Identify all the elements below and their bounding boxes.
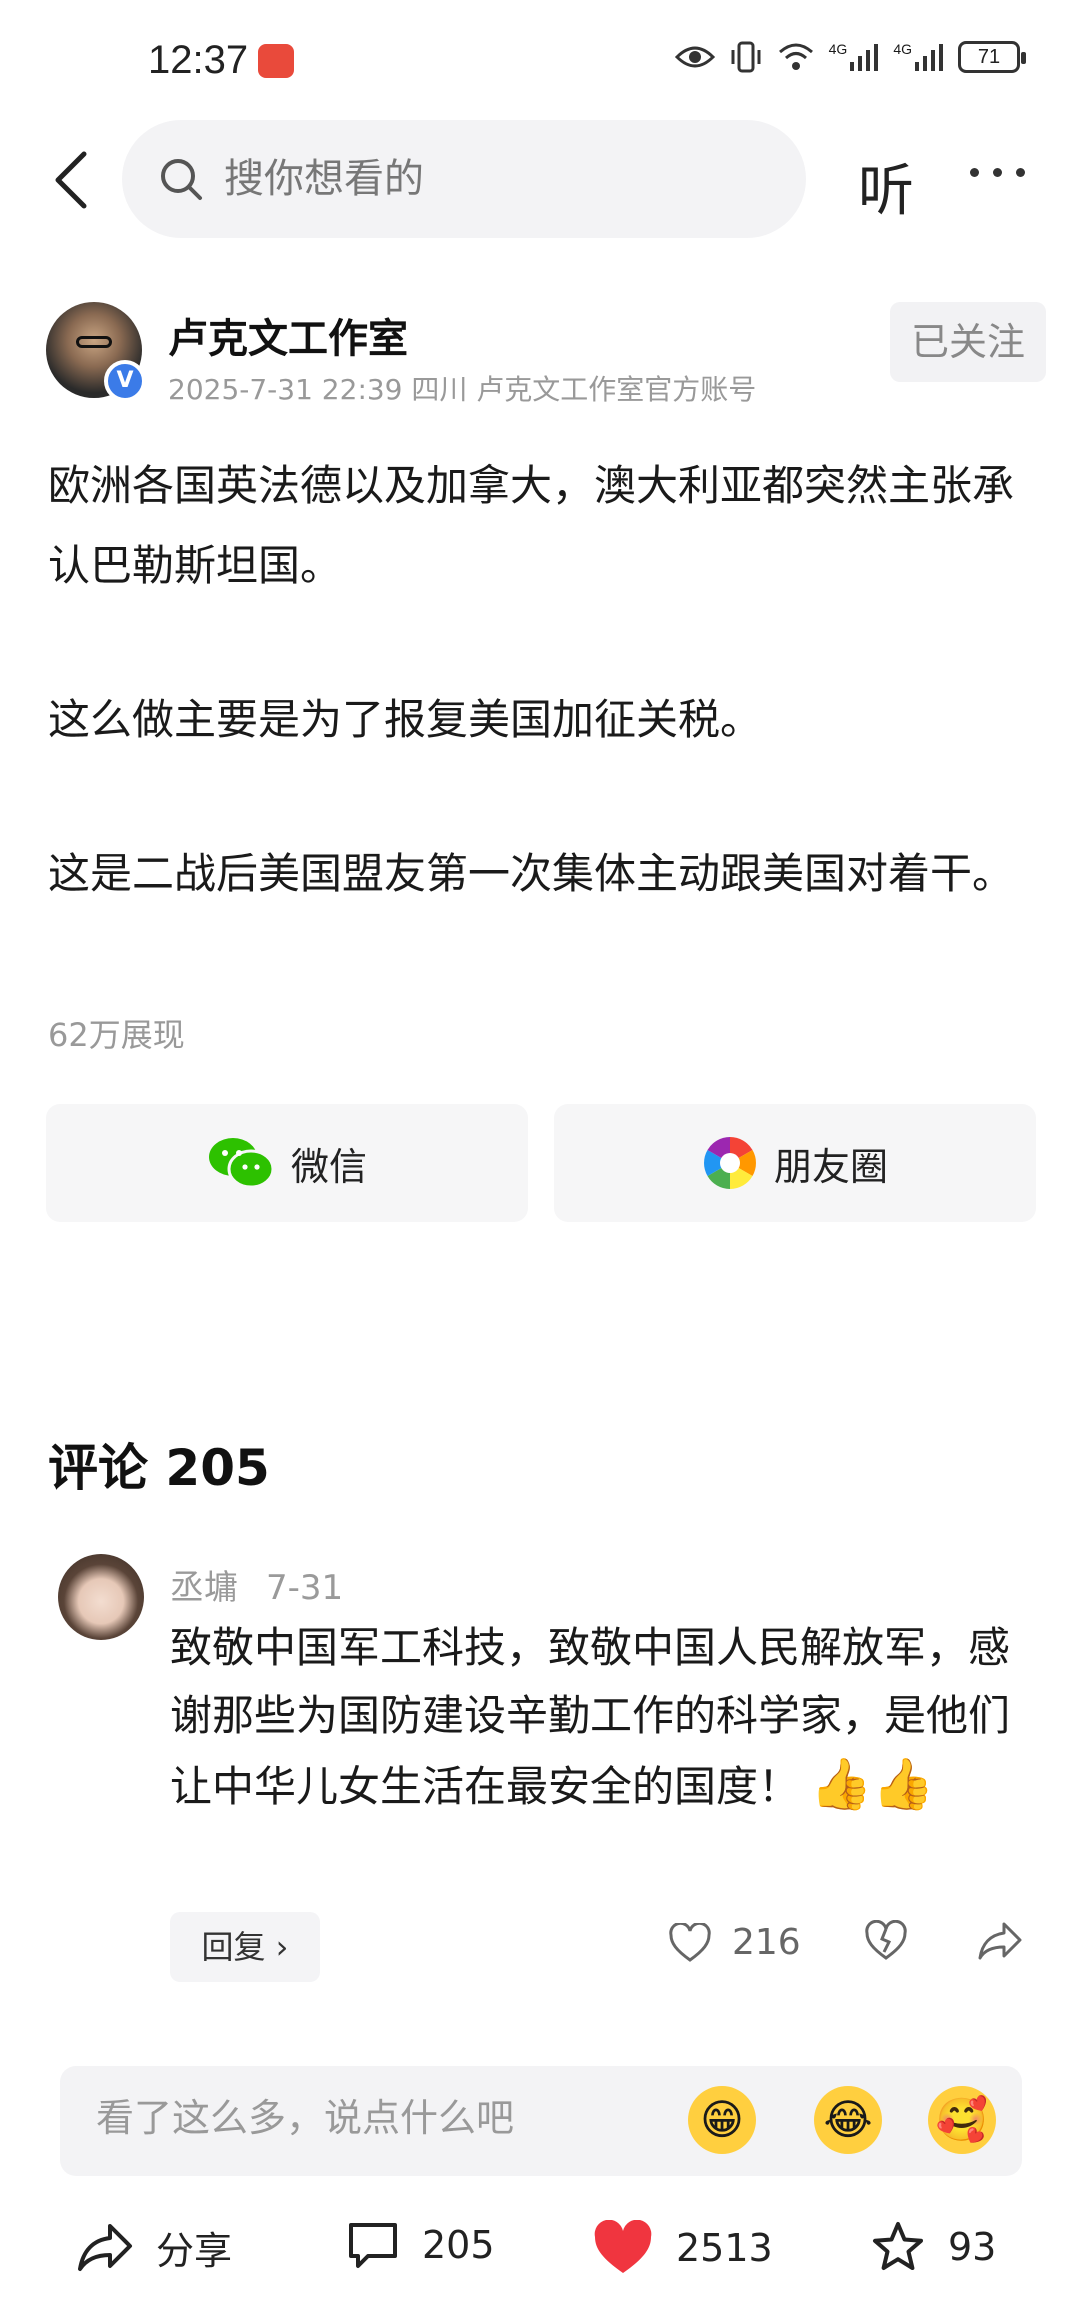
- network-label-2: 4G: [893, 41, 912, 57]
- follow-button[interactable]: 已关注: [890, 302, 1046, 382]
- wechat-icon: [208, 1138, 275, 1189]
- comment-share-icon[interactable]: [976, 1920, 1024, 1962]
- favorite-button[interactable]: 93: [870, 2220, 996, 2274]
- commenter-avatar[interactable]: [58, 1554, 144, 1640]
- signal-icon: [850, 44, 879, 71]
- comment-input-bar: 😁 😂 🥰: [60, 2066, 1022, 2176]
- share-wechat-button[interactable]: 微信: [46, 1104, 528, 1222]
- share-button[interactable]: 分享: [76, 2220, 232, 2275]
- comment-header: 丞墉 7-31: [170, 1560, 343, 1609]
- post-body: 欧洲各国英法德以及加拿大，澳大利亚都突然主张承认巴勒斯坦国。 这么做主要是为了报…: [48, 446, 1038, 914]
- grin-emoji-button[interactable]: 😁: [688, 2086, 756, 2154]
- comment-text: 致敬中国军工科技，致敬中国人民解放军，感谢那些为国防建设辛勤工作的科学家，是他们…: [170, 1614, 1050, 1821]
- comment-bubble-icon: [349, 2223, 397, 2268]
- comments-title: 评论 205: [48, 1439, 270, 1497]
- comment-input[interactable]: [96, 2096, 656, 2140]
- battery-indicator: 71: [958, 41, 1026, 73]
- reply-button[interactable]: 回复 ›: [170, 1912, 320, 1982]
- post-paragraph: 这么做主要是为了报复美国加征关税。: [48, 695, 763, 744]
- search-input[interactable]: [224, 156, 744, 202]
- signal-icon-2: [915, 44, 943, 71]
- comment-date: 7-31: [266, 1568, 344, 1608]
- share-moments-button[interactable]: 朋友圈: [554, 1104, 1036, 1222]
- back-arrow-icon[interactable]: [48, 148, 98, 212]
- listen-button[interactable]: 听: [858, 146, 914, 227]
- share-row: 微信 朋友圈: [46, 1104, 1036, 1222]
- share-arrow-icon: [78, 2223, 132, 2271]
- view-count: 62万展现: [48, 1016, 185, 1054]
- verified-badge-icon: V: [104, 360, 146, 402]
- wifi-icon: [778, 43, 813, 70]
- thumbs-up-emoji: 👍👍: [810, 1755, 935, 1813]
- share-moments-label: 朋友圈: [773, 1144, 888, 1189]
- heart-outline-icon: [669, 1922, 711, 1962]
- status-time: 12:37: [148, 38, 249, 82]
- more-options-icon[interactable]: [970, 168, 1025, 177]
- favorites-count: 93: [948, 2225, 997, 2269]
- search-icon: [161, 159, 202, 200]
- broken-heart-icon[interactable]: [864, 1920, 908, 1962]
- like-button[interactable]: 2513: [592, 2220, 773, 2276]
- search-bar[interactable]: [122, 120, 806, 238]
- heart-filled-icon: [594, 2220, 652, 2273]
- status-bar: 12:37 4G 4G 71: [0, 0, 1080, 120]
- share-label: 分享: [156, 2229, 233, 2273]
- moments-icon: [704, 1137, 756, 1189]
- author-meta: 2025-7-31 22:39 四川 卢克文工作室官方账号: [168, 373, 757, 406]
- bottom-action-bar: 分享 205 2513 93: [0, 2196, 1080, 2306]
- star-icon: [873, 2222, 923, 2270]
- network-label-1: 4G: [828, 41, 848, 57]
- comment-like-count: 216: [732, 1922, 801, 1963]
- commenter-name[interactable]: 丞墉: [170, 1568, 238, 1608]
- post-paragraph: 欧洲各国英法德以及加拿大，澳大利亚都突然主张承认巴勒斯坦国。: [48, 461, 1015, 590]
- comments-count: 205: [422, 2223, 495, 2267]
- vibrate-icon: [731, 41, 761, 73]
- laugh-emoji-button[interactable]: 😂: [814, 2086, 882, 2154]
- comment-like-button[interactable]: 216: [668, 1922, 801, 1963]
- status-icons: 4G 4G 71: [674, 40, 1026, 74]
- likes-count: 2513: [676, 2226, 773, 2270]
- app-notification-icon: [258, 44, 294, 78]
- share-wechat-label: 微信: [290, 1144, 367, 1189]
- eye-icon: [674, 46, 715, 68]
- post-paragraph: 这是二战后美国盟友第一次集体主动跟美国对着干。: [48, 849, 1015, 898]
- author-name[interactable]: 卢克文工作室: [168, 306, 408, 364]
- hug-emoji-button[interactable]: 🥰: [928, 2086, 996, 2154]
- author-header: V 卢克文工作室 2025-7-31 22:39 四川 卢克文工作室官方账号 已…: [46, 302, 1046, 412]
- comments-button[interactable]: 205: [346, 2220, 495, 2270]
- top-navigation: 听: [0, 118, 1080, 242]
